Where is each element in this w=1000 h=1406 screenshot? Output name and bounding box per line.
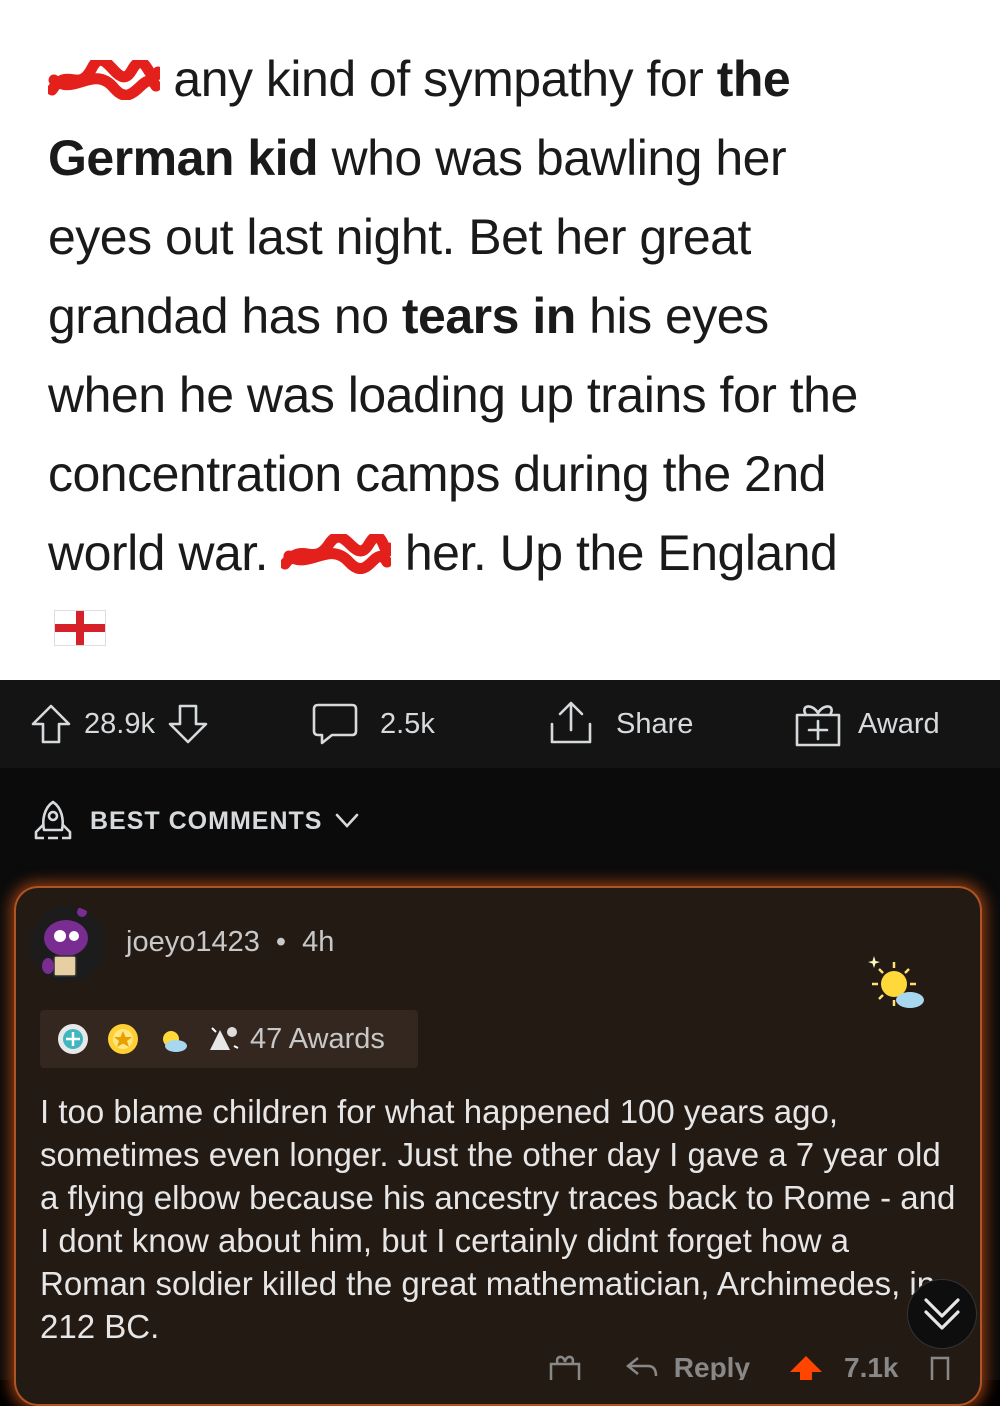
- comment-count: 2.5k: [380, 707, 435, 740]
- downvote-icon[interactable]: [165, 701, 211, 747]
- comment-meta: joeyo1423 • 4h: [126, 926, 335, 958]
- snoo-avatar-icon: [30, 906, 106, 982]
- england-flag-emoji: [54, 610, 106, 646]
- party-award-icon: [210, 1027, 239, 1050]
- share-icon: [550, 701, 592, 744]
- redaction-scribble: [48, 60, 160, 100]
- comments-header: BEST COMMENTS: [0, 768, 1000, 878]
- comment-body: I too blame children for what happened 1…: [40, 1093, 956, 1345]
- comment-action-row: Reply 7.1k: [0, 1352, 1000, 1380]
- awards-strip[interactable]: 47 Awards: [40, 1010, 418, 1068]
- username-link[interactable]: joeyo1423: [126, 926, 260, 958]
- double-chevron-down-icon: [924, 1298, 960, 1330]
- comment-bubble-icon: [312, 703, 358, 745]
- comment-area: joeyo1423 • 4h 47 Awards I too blame chi…: [0, 872, 1000, 1406]
- helpful-award-icon: [58, 1024, 88, 1054]
- sun-cloud-award-icon: [163, 1031, 187, 1052]
- post-image: any kind of sympathy for the German kid …: [0, 0, 1000, 680]
- rocket-icon: [34, 800, 72, 840]
- reply-icon: [625, 1357, 658, 1377]
- vote-group: 28.9k: [28, 680, 211, 768]
- comment-upvote-icon[interactable]: [788, 1352, 824, 1380]
- redaction-scribble: [281, 534, 392, 574]
- wholesome-award-icon: [108, 1024, 138, 1054]
- comment-age: 4h: [302, 926, 335, 958]
- gift-icon[interactable]: [548, 1352, 582, 1380]
- comments-button[interactable]: 2.5k: [310, 680, 445, 768]
- chevron-down-icon: [336, 813, 359, 828]
- comment-score: 7.1k: [844, 1352, 899, 1380]
- gift-icon: [795, 705, 841, 747]
- sun-cloud-award-icon: [868, 956, 924, 1008]
- award-button[interactable]: Award: [792, 680, 950, 768]
- share-button[interactable]: Share: [546, 680, 703, 768]
- post-action-bar: 28.9k 2.5k Share Award: [0, 680, 1000, 768]
- reply-button[interactable]: Reply: [624, 1352, 750, 1380]
- scroll-next-button[interactable]: [908, 1280, 976, 1348]
- avatar[interactable]: [30, 906, 106, 982]
- downvote-icon[interactable]: [928, 1352, 952, 1380]
- awards-count: 47 Awards: [250, 1022, 385, 1055]
- comment-card: joeyo1423 • 4h 47 Awards I too blame chi…: [14, 886, 982, 1406]
- vote-count: 28.9k: [84, 707, 155, 740]
- post-text: any kind of sympathy for the German kid …: [48, 51, 858, 581]
- upvote-icon[interactable]: [28, 701, 74, 747]
- comment-sort-dropdown[interactable]: BEST COMMENTS: [30, 798, 360, 844]
